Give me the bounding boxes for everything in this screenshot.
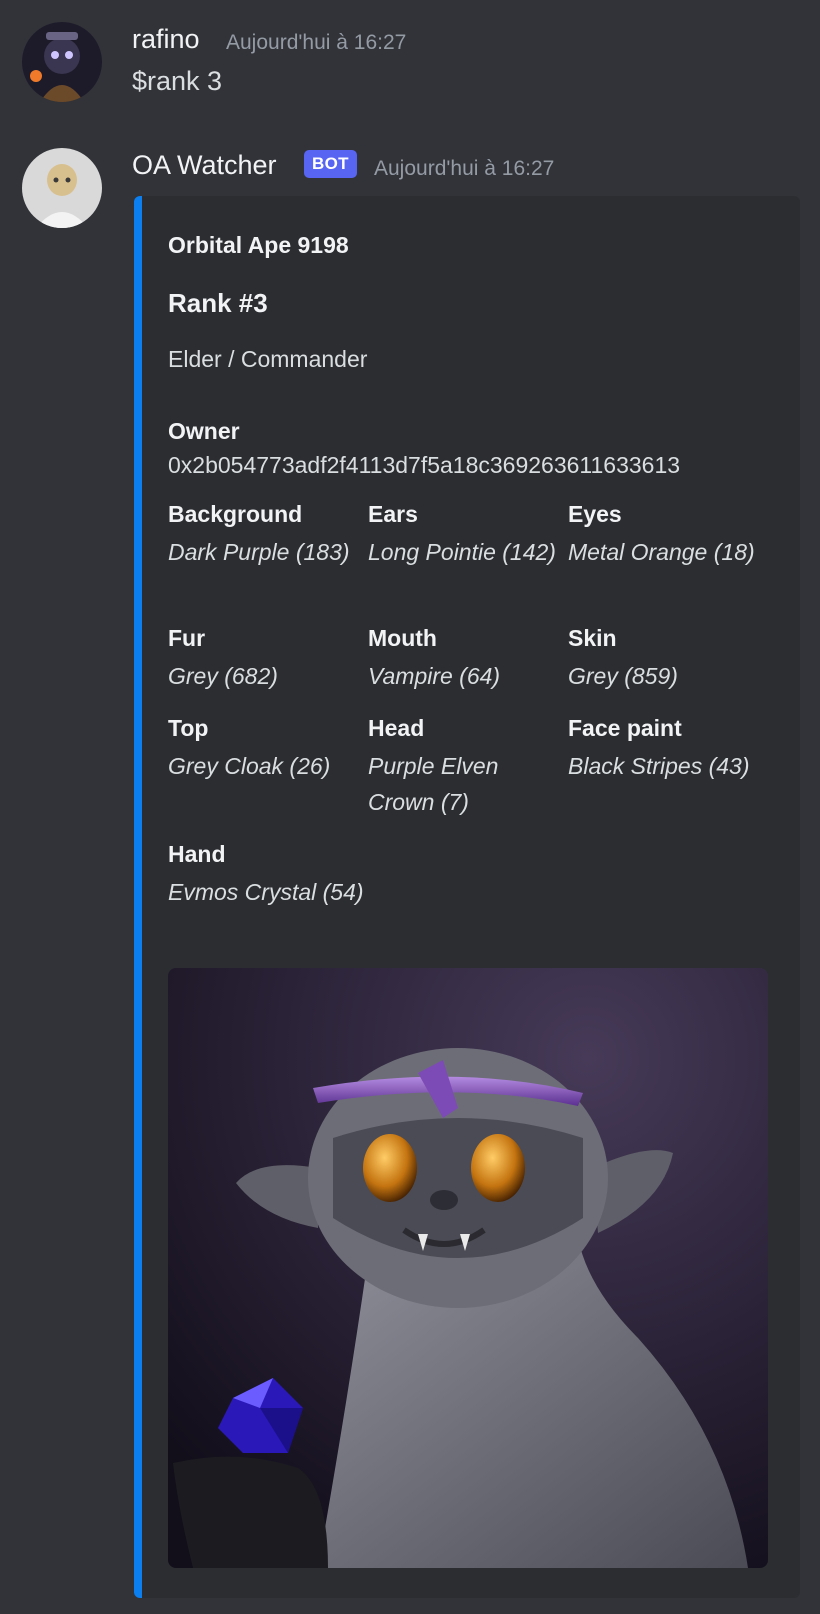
field-value: Purple Elven Crown (7) — [368, 753, 499, 815]
rank-embed: Orbital Ape 9198 Rank #3 Elder / Command… — [134, 196, 800, 1598]
field-hand: Hand Evmos Crystal (54) — [168, 838, 488, 910]
field-name: Head — [368, 715, 425, 741]
field-name: Ears — [368, 501, 418, 527]
message-timestamp: Aujourd'hui à 16:27 — [374, 157, 555, 180]
field-name: Fur — [168, 625, 206, 651]
bot-avatar[interactable] — [22, 148, 102, 228]
field-ears: Ears Long Pointie (142) — [368, 498, 558, 570]
embed-title: Rank #3 — [168, 288, 268, 318]
embed-color-bar — [134, 196, 142, 1598]
field-value: Dark Purple (183) — [168, 539, 350, 565]
field-name: Hand — [168, 841, 226, 867]
field-background: Background Dark Purple (183) — [168, 498, 358, 570]
field-value: Vampire (64) — [368, 663, 501, 689]
field-name: Skin — [568, 625, 617, 651]
field-name: Mouth — [368, 625, 437, 651]
field-top: Top Grey Cloak (26) — [168, 712, 364, 784]
field-name: Top — [168, 715, 209, 741]
embed-author: Orbital Ape 9198 — [168, 232, 349, 258]
field-value: Metal Orange (18) — [568, 539, 755, 565]
embed-image[interactable] — [168, 968, 768, 1568]
field-name: Eyes — [568, 501, 622, 527]
orbital-ape-image — [168, 968, 768, 1568]
field-name: Background — [168, 501, 303, 527]
bot-avatar-icon — [22, 148, 102, 228]
field-face-paint: Face paint Black Stripes (43) — [568, 712, 758, 784]
owner-field-value: 0x2b054773adf2f4113d7f5a18c3692636116336… — [168, 452, 681, 478]
owner-field-name: Owner — [168, 418, 240, 444]
embed-description: Elder / Commander — [168, 346, 368, 372]
field-skin: Skin Grey (859) — [568, 622, 758, 694]
bot-tag-badge: BOT — [304, 150, 357, 178]
field-fur: Fur Grey (682) — [168, 622, 358, 694]
field-value: Grey (859) — [568, 663, 678, 689]
field-value: Grey Cloak (26) — [168, 753, 331, 779]
field-value: Evmos Crystal (54) — [168, 879, 364, 905]
field-value: Black Stripes (43) — [568, 753, 750, 779]
field-head: Head Purple Elven Crown (7) — [368, 712, 558, 820]
message-oa-watcher: OA Watcher BOT Aujourd'hui à 16:27 Orbit… — [0, 0, 820, 1614]
field-mouth: Mouth Vampire (64) — [368, 622, 558, 694]
bot-username[interactable]: OA Watcher — [132, 150, 277, 181]
field-value: Grey (682) — [168, 663, 278, 689]
field-eyes: Eyes Metal Orange (18) — [568, 498, 758, 570]
field-value: Long Pointie (142) — [368, 539, 556, 565]
field-name: Face paint — [568, 715, 682, 741]
